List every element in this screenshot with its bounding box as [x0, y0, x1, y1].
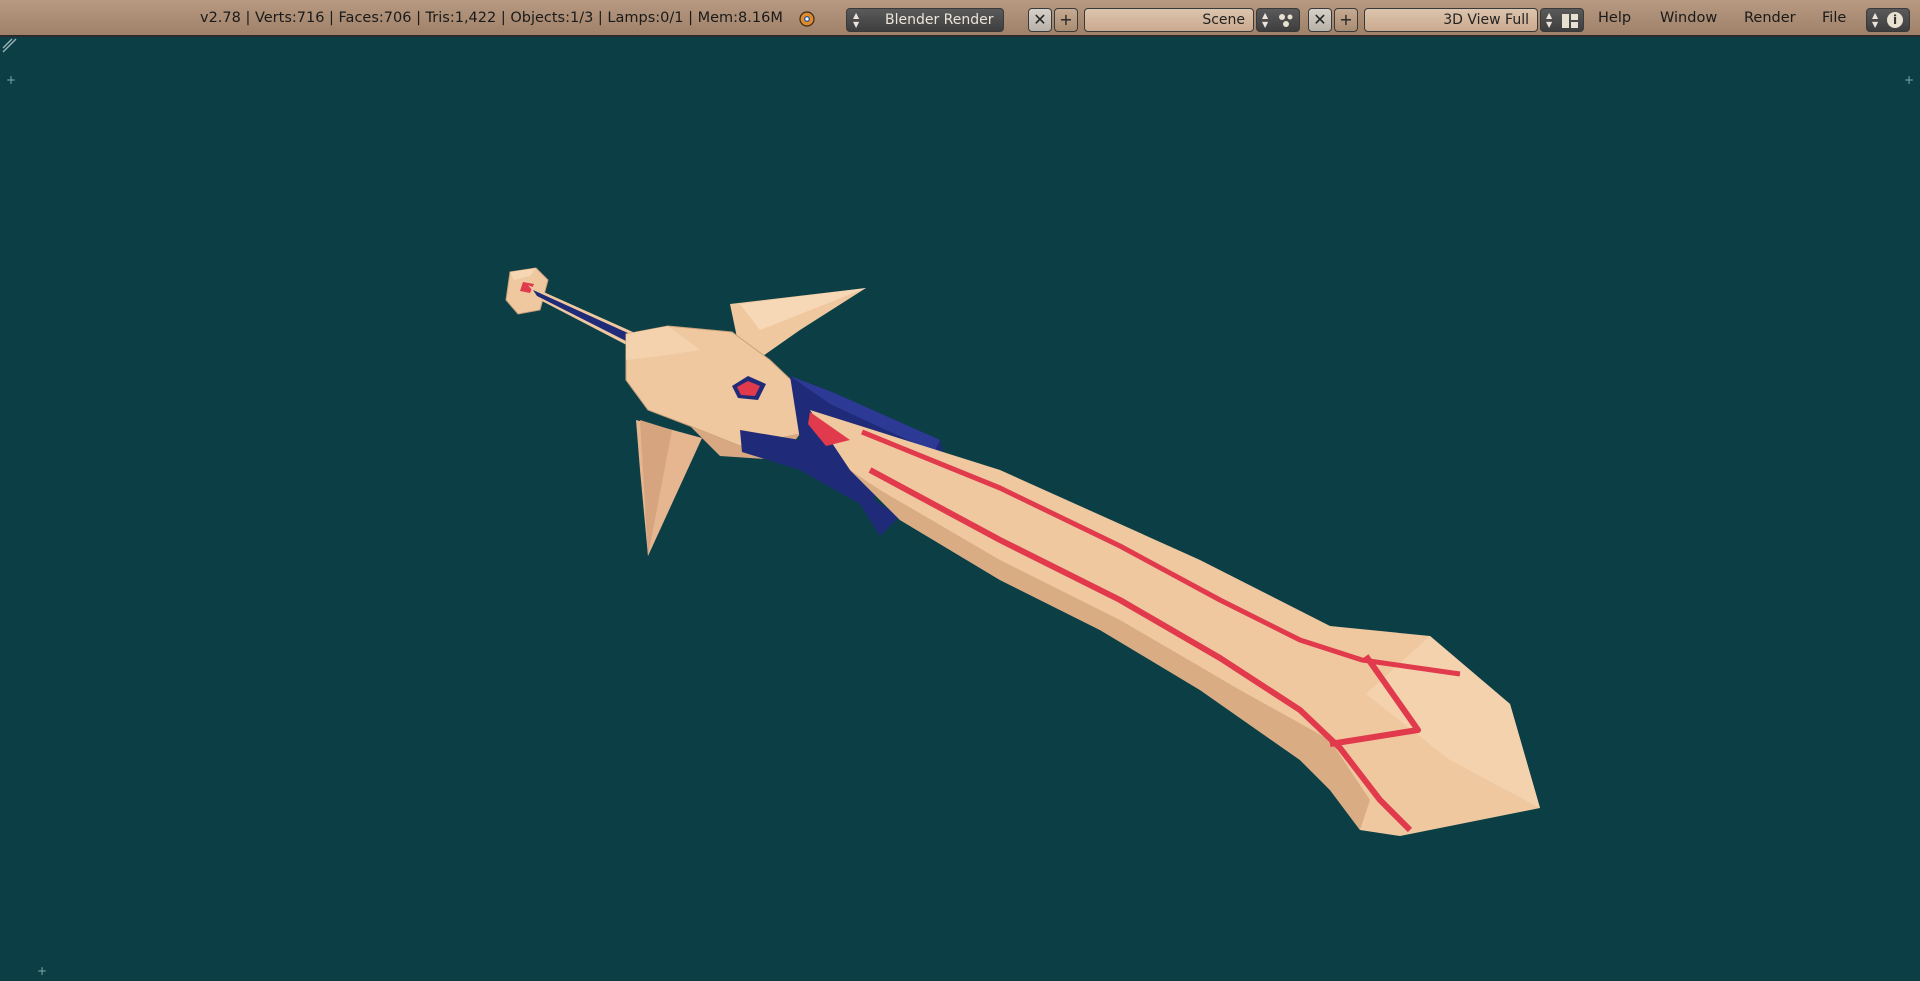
editor-type-selector[interactable]: ▲ ▼ i	[1866, 8, 1910, 32]
close-icon: ✕	[1033, 10, 1047, 29]
close-icon: ✕	[1313, 10, 1327, 29]
layout-icon	[1562, 13, 1578, 35]
plus-icon: +	[1059, 10, 1073, 29]
screen-add-button[interactable]: +	[1334, 8, 1358, 32]
dropdown-arrows-icon: ▲ ▼	[1262, 11, 1269, 29]
scene-icon	[1277, 12, 1295, 35]
scene-statistics: v2.78 | Verts:716 | Faces:706 | Tris:1,4…	[200, 10, 783, 26]
scene-delete-button[interactable]: ✕	[1028, 8, 1052, 32]
sword-blade	[810, 410, 1540, 836]
menu-window[interactable]: Window	[1660, 0, 1717, 37]
menu-help[interactable]: Help	[1598, 0, 1631, 37]
screen-layout-label: 3D View Full	[1443, 12, 1529, 28]
scene-name-field[interactable]: Scene	[1084, 8, 1254, 32]
dropdown-arrows-icon: ▲ ▼	[1872, 11, 1879, 29]
scene-name-label: Scene	[1202, 12, 1245, 28]
menu-file[interactable]: File	[1822, 0, 1846, 37]
dropdown-arrows-icon: ▲ ▼	[1546, 11, 1553, 29]
info-icon: i	[1887, 12, 1903, 28]
3d-viewport[interactable]	[0, 38, 1920, 981]
plus-icon: +	[1339, 10, 1353, 29]
dropdown-arrows-icon: ▲ ▼	[853, 11, 860, 29]
sword-model[interactable]	[0, 38, 1920, 981]
render-engine-dropdown[interactable]: ▲ ▼ Blender Render	[846, 8, 1004, 32]
screen-delete-button[interactable]: ✕	[1308, 8, 1332, 32]
screen-layout-browse-button[interactable]: ▲ ▼	[1540, 8, 1584, 32]
blender-logo-icon	[796, 0, 818, 37]
info-header: v2.78 | Verts:716 | Faces:706 | Tris:1,4…	[0, 0, 1920, 37]
scene-add-button[interactable]: +	[1054, 8, 1078, 32]
screen-layout-field[interactable]: 3D View Full	[1364, 8, 1538, 32]
menu-render[interactable]: Render	[1744, 0, 1796, 37]
render-engine-label: Blender Render	[885, 12, 994, 28]
scene-browse-button[interactable]: ▲ ▼	[1256, 8, 1300, 32]
